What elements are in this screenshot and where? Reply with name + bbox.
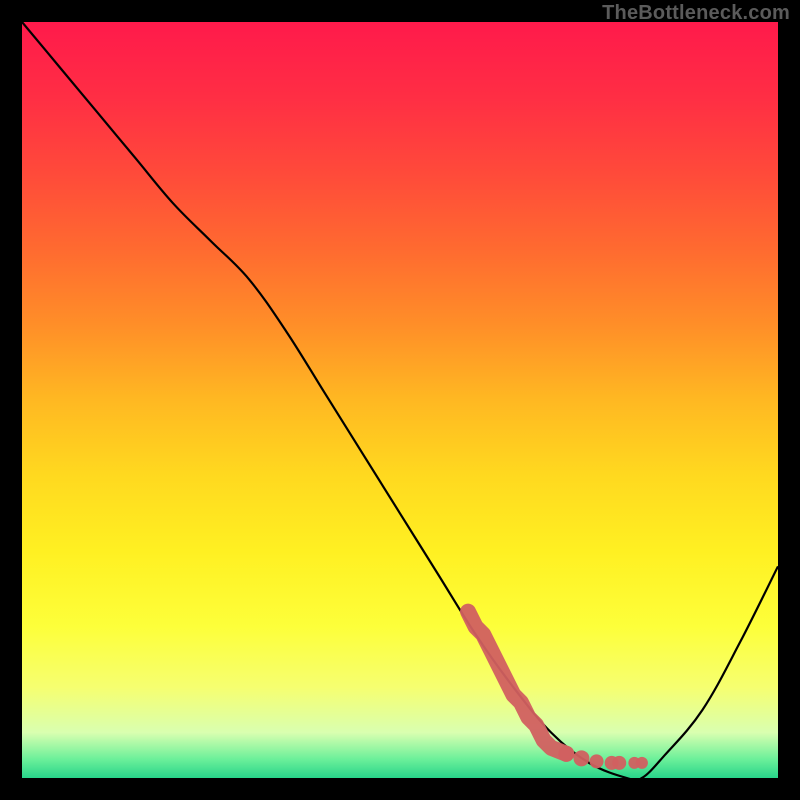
watermark-text: TheBottleneck.com: [602, 2, 790, 25]
highlight-dot: [636, 757, 648, 769]
highlight-dot: [590, 754, 604, 768]
chart-lines: [22, 22, 778, 778]
highlight-dot: [558, 746, 574, 762]
highlight-dot: [573, 750, 589, 766]
highlight-dot: [612, 756, 626, 770]
plot-area: [22, 22, 778, 778]
chart-container: TheBottleneck.com: [0, 0, 800, 800]
optimal-range-marker: [468, 612, 648, 770]
curve-line: [22, 22, 778, 778]
